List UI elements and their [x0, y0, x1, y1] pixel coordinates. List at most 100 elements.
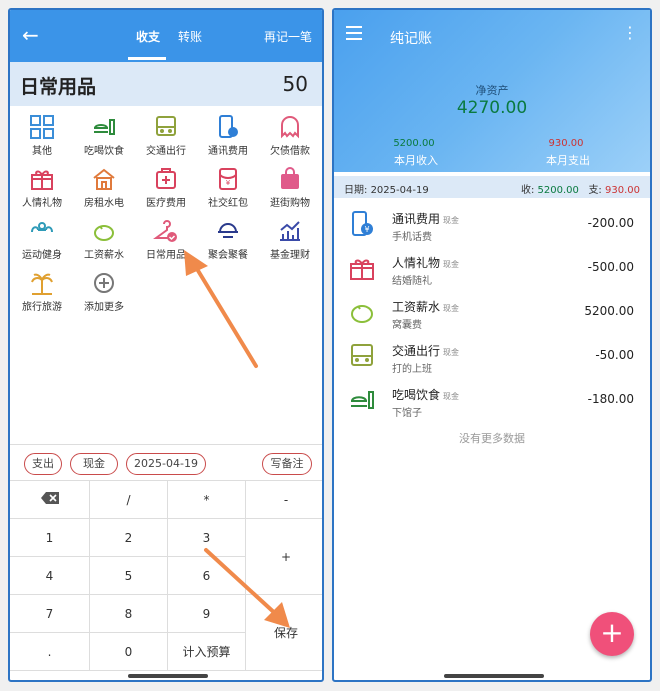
- account-chip[interactable]: 现金: [70, 453, 118, 475]
- piggy-bank-icon: [94, 225, 114, 241]
- red-packet-icon: ¥: [219, 168, 237, 190]
- more-vertical-icon[interactable]: ⋮: [622, 24, 638, 42]
- record-account-tag: 现金: [443, 260, 460, 269]
- record-account-tag: 现金: [443, 392, 460, 401]
- gift-icon: [350, 259, 374, 280]
- budget-key[interactable]: 计入预算: [168, 633, 246, 671]
- selected-category-name: 日常用品: [20, 76, 97, 98]
- category-item-red-packet[interactable]: ¥ 社交红包: [198, 166, 258, 218]
- key-1[interactable]: 1: [10, 519, 90, 557]
- category-item-telecom[interactable]: 通讯费用: [198, 114, 258, 166]
- piggy-bank-icon: [351, 305, 373, 323]
- record-item[interactable]: 人情礼物 现金 结婚随礼 -500.00: [334, 250, 650, 294]
- selected-category-header: 日常用品 50: [10, 62, 322, 106]
- record-name: 人情礼物: [392, 256, 441, 270]
- add-record-button[interactable]: +: [590, 612, 634, 656]
- category-item-travel[interactable]: 旅行旅游: [12, 270, 72, 322]
- record-item[interactable]: 吃喝饮食 现金 下馆子 -180.00: [334, 382, 650, 426]
- category-item-add-more[interactable]: 添加更多: [74, 270, 134, 322]
- category-label: 医疗费用: [146, 198, 186, 209]
- arrow-left-icon[interactable]: ←: [22, 22, 39, 48]
- category-item-debt[interactable]: 欠债借款: [260, 114, 320, 166]
- key-5[interactable]: 5: [90, 557, 168, 595]
- food-icon: [94, 119, 115, 135]
- note-chip[interactable]: 写备注: [262, 453, 312, 475]
- key-0[interactable]: 0: [90, 633, 168, 671]
- amount-display: 50: [282, 72, 308, 96]
- category-label: 旅行旅游: [22, 302, 62, 313]
- record-amount: 5200.00: [584, 304, 634, 318]
- backspace-icon: [40, 482, 60, 520]
- grid-icon: [30, 115, 54, 139]
- date-chip[interactable]: 2025-04-19: [126, 453, 206, 475]
- tab-transfer[interactable]: 转账: [178, 28, 202, 45]
- type-chip[interactable]: 支出: [24, 453, 62, 475]
- day-income-label: 收:: [520, 185, 535, 196]
- category-label: 交通出行: [146, 146, 186, 157]
- category-item-transport[interactable]: 交通出行: [136, 114, 196, 166]
- category-label: 聚会聚餐: [208, 250, 248, 261]
- category-item-gift[interactable]: 人情礼物: [12, 166, 72, 218]
- record-item[interactable]: 交通出行 现金 打的上班 -50.00: [334, 338, 650, 382]
- chart-icon: [280, 221, 300, 241]
- category-item-other[interactable]: 其他: [12, 114, 72, 166]
- category-label: 欠债借款: [270, 146, 310, 157]
- key-3[interactable]: 3: [168, 519, 246, 557]
- record-again-button[interactable]: 再记一笔: [264, 28, 312, 45]
- record-account-tag: 现金: [443, 216, 460, 225]
- key-2[interactable]: 2: [90, 519, 168, 557]
- add-icon: [94, 273, 114, 293]
- dot-key[interactable]: .: [10, 633, 90, 671]
- category-item-medical[interactable]: 医疗费用: [136, 166, 196, 218]
- key-6[interactable]: 6: [168, 557, 246, 595]
- day-expense-label: 支:: [588, 185, 602, 196]
- save-button[interactable]: 保存: [246, 595, 322, 671]
- record-amount: -200.00: [587, 216, 634, 230]
- category-item-dining[interactable]: 聚会聚餐: [198, 218, 258, 270]
- record-item[interactable]: ¥ 通讯费用 现金 手机话费 -200.00: [334, 206, 650, 250]
- key-4[interactable]: 4: [10, 557, 90, 595]
- category-label: 基金理财: [270, 250, 310, 261]
- category-item-rent[interactable]: 房租水电: [74, 166, 134, 218]
- house-icon: [93, 168, 115, 190]
- minus-key[interactable]: -: [246, 481, 322, 519]
- menu-icon[interactable]: [346, 26, 362, 44]
- top-app-bar: ← 收支 转账 再记一笔: [10, 10, 322, 62]
- dining-icon: [218, 223, 238, 238]
- category-item-daily-goods[interactable]: 日常用品: [136, 218, 196, 270]
- date-label: 日期:: [344, 185, 368, 196]
- category-label: 工资薪水: [84, 250, 124, 261]
- net-assets-value: 4270.00: [456, 98, 528, 118]
- record-name: 交通出行: [392, 344, 441, 358]
- key-8[interactable]: 8: [90, 595, 168, 633]
- month-income-value: 5200.00: [393, 138, 435, 149]
- category-item-fund[interactable]: 基金理财: [260, 218, 320, 270]
- key-9[interactable]: 9: [168, 595, 246, 633]
- palm-tree-icon: [31, 273, 53, 295]
- category-label: 房租水电: [84, 198, 124, 209]
- category-label: 添加更多: [84, 302, 124, 313]
- record-name: 通讯费用: [392, 212, 441, 226]
- category-label: 吃喝饮食: [84, 146, 124, 157]
- record-memo: 窝囊费: [392, 320, 422, 331]
- phone-icon: [219, 115, 238, 138]
- category-item-food[interactable]: 吃喝饮食: [74, 114, 134, 166]
- category-item-shopping[interactable]: 逛街购物: [260, 166, 320, 218]
- food-icon: [351, 391, 374, 409]
- plus-key[interactable]: +: [246, 519, 322, 595]
- divide-key[interactable]: /: [90, 481, 168, 519]
- shopping-bag-icon: [281, 167, 299, 189]
- category-item-salary[interactable]: 工资薪水: [74, 218, 134, 270]
- backspace-key[interactable]: [10, 481, 90, 519]
- multiply-key[interactable]: *: [168, 481, 246, 519]
- record-item[interactable]: 工资薪水 现金 窝囊费 5200.00: [334, 294, 650, 338]
- svg-text:¥: ¥: [226, 179, 231, 187]
- day-income-value: 5200.00: [537, 185, 579, 196]
- day-expense-value: 930.00: [605, 185, 640, 196]
- tab-indicator: [128, 57, 166, 60]
- key-7[interactable]: 7: [10, 595, 90, 633]
- category-item-fitness[interactable]: 运动健身: [12, 218, 72, 270]
- tab-income-expense[interactable]: 收支: [136, 28, 160, 45]
- gesture-bar: [444, 674, 544, 678]
- category-label: 社交红包: [208, 198, 248, 209]
